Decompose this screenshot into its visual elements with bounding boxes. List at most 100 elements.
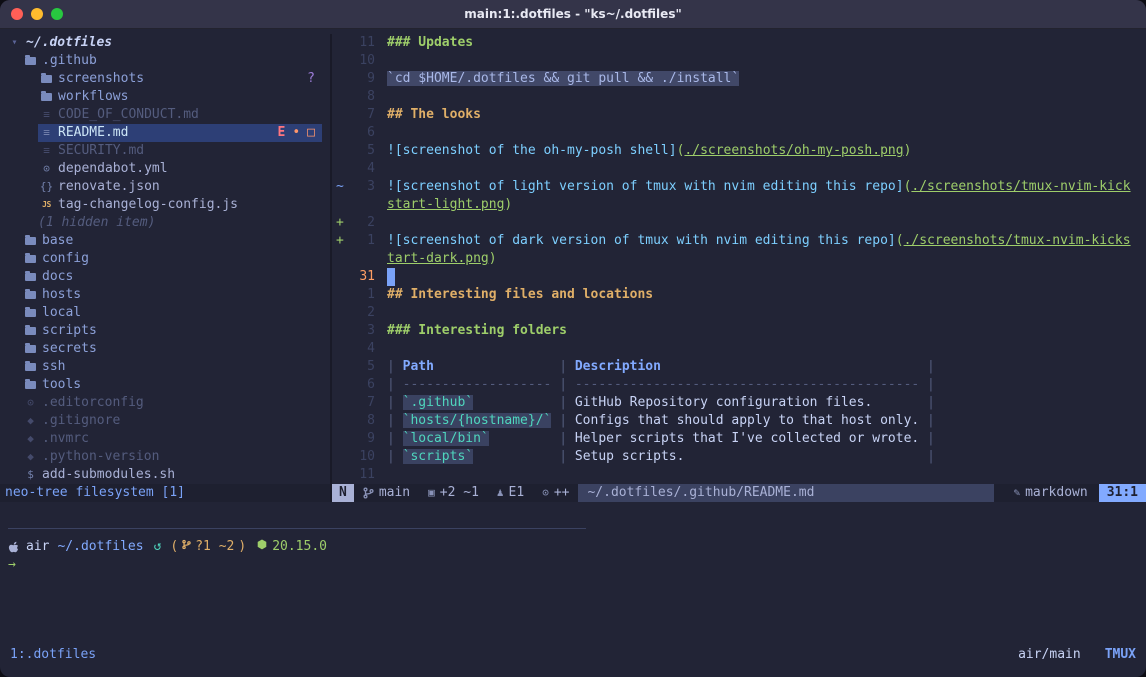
line-number: 7 — [349, 394, 375, 412]
gutter-sign — [332, 286, 349, 304]
tree-item-renovate-json[interactable]: {}renovate.json — [0, 178, 330, 196]
tree-item-nvmrc[interactable]: ◆.nvmrc — [0, 430, 330, 448]
tree-item-1-hidden-item[interactable]: (1 hidden item) — [0, 214, 330, 232]
tree-item-inner: ◆.gitignore — [22, 412, 322, 430]
tree-item-inner: ▾~/.dotfiles — [6, 34, 322, 52]
tree-item-label: README.md — [58, 124, 128, 142]
tree-item-inner: config — [22, 250, 322, 268]
gutter-sign: + — [332, 232, 349, 250]
editor-line[interactable]: 6| ------------------- | ---------------… — [332, 376, 1146, 394]
prompt-path: ~/.dotfiles — [57, 538, 143, 556]
editor-line[interactable]: 8| `hosts/{hostname}/` | Configs that sh… — [332, 412, 1146, 430]
git-status-counts: ?1 ~2 — [195, 538, 234, 556]
editor-line[interactable]: 8 — [332, 88, 1146, 106]
tmux-statusbar: 1:.dotfiles air/main TMUX — [0, 646, 1146, 664]
tree-item-security-md[interactable]: ≡SECURITY.md — [0, 142, 330, 160]
md-table-divider: ------------------- — [403, 377, 552, 392]
tree-item-workflows[interactable]: workflows — [0, 88, 330, 106]
tree-item-github[interactable]: .github — [0, 52, 330, 70]
close-button[interactable] — [11, 8, 23, 20]
tree-item-docs[interactable]: docs — [0, 268, 330, 286]
editor-line[interactable]: 11 — [332, 466, 1146, 484]
editor-line[interactable]: 31 — [332, 268, 1146, 286]
tree-item-label: .nvmrc — [42, 430, 89, 448]
md-table-pipe: | — [919, 377, 935, 392]
editor-line[interactable]: 2 — [332, 304, 1146, 322]
fullscreen-button[interactable] — [51, 8, 63, 20]
minimize-button[interactable] — [31, 8, 43, 20]
diagnostics-count: E1 — [509, 484, 525, 502]
md-table-divider: ----------------------------------------… — [575, 377, 919, 392]
md-table-code: `scripts` — [403, 449, 473, 464]
editor-line[interactable]: +1![screenshot of dark version of tmux w… — [332, 232, 1146, 250]
tree-item-tag-changelog-config-js[interactable]: JStag-changelog-config.js — [0, 196, 330, 214]
editor-line-text: `cd $HOME/.dotfiles && git pull && ./ins… — [387, 70, 1146, 88]
editor-line[interactable]: 1## Interesting files and locations — [332, 286, 1146, 304]
tree-item-python-version[interactable]: ◆.python-version — [0, 448, 330, 466]
tree-item-editorconfig[interactable]: ⊙.editorconfig — [0, 394, 330, 412]
tree-item-add-submodules-sh[interactable]: $add-submodules.sh — [0, 466, 330, 484]
shell-input-line[interactable]: → — [8, 556, 1146, 574]
editor-line[interactable]: 6 — [332, 124, 1146, 142]
command-line-area — [0, 502, 1146, 528]
editor-line[interactable]: ~3![screenshot of light version of tmux … — [332, 178, 1146, 196]
md-image-label: ![screenshot of the oh-my-posh shell] — [387, 143, 677, 158]
editor-line[interactable]: 11### Updates — [332, 34, 1146, 52]
tree-item-label: workflows — [58, 88, 128, 106]
prompt-host: air — [26, 538, 49, 556]
tree-item-status: ? — [307, 70, 322, 88]
tree-item-dependabot-yml[interactable]: ⊙dependabot.yml — [0, 160, 330, 178]
tree-item-config[interactable]: config — [0, 250, 330, 268]
editor-line[interactable]: 3### Interesting folders — [332, 322, 1146, 340]
md-table-pipe: | — [387, 449, 403, 464]
md-table-pipe: | — [387, 395, 403, 410]
editor-line[interactable]: 5 | Path | Description | — [332, 358, 1146, 376]
editor-line-text: | Path | Description | — [387, 358, 1146, 376]
tree-item-hosts[interactable]: hosts — [0, 286, 330, 304]
tree-item-gitignore[interactable]: ◆.gitignore — [0, 412, 330, 430]
tree-item-screenshots[interactable]: screenshots? — [0, 70, 330, 88]
line-number: 1 — [349, 286, 375, 304]
tmux-window-tab[interactable]: 1:.dotfiles — [10, 646, 96, 664]
folder-shape — [25, 273, 36, 281]
tree-item-label: ~/.dotfiles — [26, 34, 112, 52]
gutter-sign — [332, 430, 349, 448]
tree-item-local[interactable]: local — [0, 304, 330, 322]
status-marker-box: □ — [307, 124, 315, 142]
editor-line[interactable]: 7| `.github` | GitHub Repository configu… — [332, 394, 1146, 412]
tree-item-inner: $add-submodules.sh — [22, 466, 322, 484]
tree-item-ssh[interactable]: ssh — [0, 358, 330, 376]
tree-item-base[interactable]: base — [0, 232, 330, 250]
diagnostics-icon: ♟ — [497, 484, 504, 502]
editor-line[interactable]: 4 — [332, 340, 1146, 358]
tree-item-secrets[interactable]: secrets — [0, 340, 330, 358]
tree-item-dotfiles[interactable]: ▾~/.dotfiles — [0, 34, 330, 52]
tree-item-code-of-conduct-md[interactable]: ≡CODE_OF_CONDUCT.md — [0, 106, 330, 124]
editor-line[interactable]: 9`cd $HOME/.dotfiles && git pull && ./in… — [332, 70, 1146, 88]
editor-line[interactable]: start-light.png) — [332, 196, 1146, 214]
editor-line[interactable]: 5![screenshot of the oh-my-posh shell](.… — [332, 142, 1146, 160]
folder-icon — [22, 255, 39, 263]
editor-line[interactable]: 10 — [332, 52, 1146, 70]
editor-line[interactable]: 4 — [332, 160, 1146, 178]
editor-line[interactable]: +2 — [332, 214, 1146, 232]
md-link-url: ./screenshots/tmux-nvim-kicks — [904, 233, 1131, 248]
editor-line[interactable]: tart-dark.png) — [332, 250, 1146, 268]
shell-pane[interactable]: air ~/.dotfiles ↺ ( ?1 ~2 ) 20.15.0 → — [0, 528, 1146, 574]
tree-item-tools[interactable]: tools — [0, 376, 330, 394]
line-number: 4 — [349, 340, 375, 358]
md-table-pipe: | — [551, 377, 574, 392]
editor-line-text: ### Interesting folders — [387, 322, 1146, 340]
line-number: 5 — [349, 358, 375, 376]
git-close-paren: ) — [238, 538, 246, 556]
md-link-paren: ( — [896, 233, 904, 248]
tree-item-status: E•□ — [278, 124, 322, 142]
gutter-sign — [332, 88, 349, 106]
tree-item-scripts[interactable]: scripts — [0, 322, 330, 340]
tree-item-readme-md[interactable]: ≡README.mdE•□ — [0, 124, 330, 142]
md-table-spacing — [473, 449, 551, 464]
editor-line[interactable]: 7## The looks — [332, 106, 1146, 124]
editor-line[interactable]: 9| `local/bin` | Helper scripts that I'v… — [332, 430, 1146, 448]
lsp-segment: ⊙ ++ — [533, 484, 578, 502]
editor-line[interactable]: 10| `scripts` | Setup scripts. | — [332, 448, 1146, 466]
